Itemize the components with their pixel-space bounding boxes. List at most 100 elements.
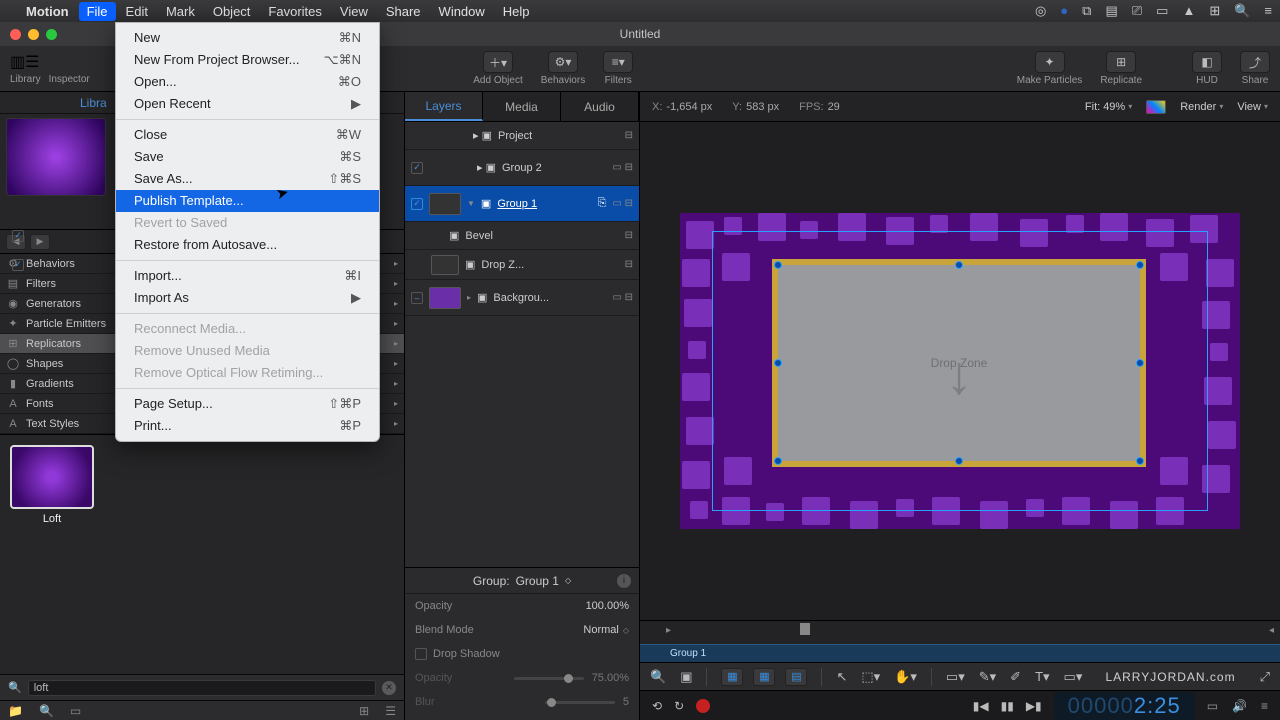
- blur-slider[interactable]: [545, 701, 615, 704]
- frame-icon[interactable]: ▣: [680, 669, 692, 685]
- text-tool[interactable]: T▾: [1035, 669, 1049, 685]
- list-view-icon[interactable]: ☰: [385, 704, 396, 718]
- new-folder-icon[interactable]: 📁: [8, 704, 23, 718]
- status-icon[interactable]: ●: [1060, 3, 1068, 19]
- tab-layers[interactable]: Layers: [405, 92, 483, 121]
- status-icon[interactable]: ◎: [1035, 3, 1046, 19]
- menu-print[interactable]: Print...⌘P: [116, 415, 379, 437]
- hud-button[interactable]: ◧: [1192, 51, 1222, 73]
- audio-icon[interactable]: 🔊: [1232, 699, 1247, 713]
- ruler-button[interactable]: ▤: [785, 668, 807, 686]
- layer-bevel[interactable]: ✓▣Bevel⊟: [405, 222, 639, 250]
- goto-start-icon[interactable]: ⟲: [652, 699, 662, 713]
- share-button[interactable]: ⤴: [1240, 51, 1270, 73]
- bookmark-icon[interactable]: ▭: [70, 704, 81, 718]
- crop-tool[interactable]: ⬚▾: [861, 669, 880, 685]
- status-icon[interactable]: ▲: [1182, 3, 1195, 19]
- menu-help[interactable]: Help: [503, 4, 530, 19]
- timeline-toggle-icon[interactable]: ≡: [1261, 699, 1268, 713]
- zoom-icon[interactable]: 🔍: [650, 669, 666, 685]
- loop-icon[interactable]: ↻: [674, 699, 684, 713]
- grid-view-icon[interactable]: ⊞: [359, 704, 369, 718]
- expand-icon[interactable]: ⤢: [1260, 669, 1270, 685]
- search-icon[interactable]: 🔍: [1234, 3, 1250, 19]
- menu-import-as[interactable]: Import As▶: [116, 287, 379, 309]
- ds-opacity-slider[interactable]: [514, 677, 584, 680]
- color-channels-button[interactable]: [1146, 100, 1166, 114]
- menu-import[interactable]: Import...⌘I: [116, 265, 379, 287]
- canvas[interactable]: Drop Zone ↓: [680, 213, 1240, 529]
- mask-tool[interactable]: ▭▾: [1064, 669, 1083, 685]
- menu-icon[interactable]: ≡: [1264, 3, 1272, 19]
- menu-publish-template[interactable]: Publish Template...: [116, 190, 379, 212]
- layer-group2[interactable]: ✓▸ ▣Group 2▭ ⊟: [405, 150, 639, 186]
- rect-tool[interactable]: ▭▾: [946, 669, 965, 685]
- dropbox-icon[interactable]: ⧉: [1082, 3, 1091, 19]
- menu-window[interactable]: Window: [439, 4, 485, 19]
- layer-project[interactable]: ▸ ▣Project⊟: [405, 122, 639, 150]
- timeline-clip[interactable]: Group 1: [640, 644, 1280, 662]
- add-object-button[interactable]: ＋▾: [483, 51, 513, 73]
- menu-object[interactable]: Object: [213, 4, 251, 19]
- grid-button[interactable]: ▦: [753, 668, 775, 686]
- layer-background[interactable]: –▸▣Backgrou...▭ ⊟: [405, 280, 639, 316]
- window-maximize-button[interactable]: [46, 29, 57, 40]
- status-icon[interactable]: ▤: [1105, 3, 1117, 19]
- record-button[interactable]: [696, 699, 710, 713]
- pen-tool[interactable]: ✎▾: [979, 669, 996, 685]
- hand-tool[interactable]: ✋▾: [894, 669, 917, 685]
- view-dropdown[interactable]: View: [1237, 101, 1268, 113]
- dropshadow-checkbox[interactable]: [415, 648, 427, 660]
- menu-file[interactable]: File: [79, 2, 116, 21]
- status-icon[interactable]: ⎚: [1132, 3, 1142, 19]
- drop-zone[interactable]: Drop Zone ↓: [772, 259, 1146, 467]
- window-close-button[interactable]: [10, 29, 21, 40]
- prev-button[interactable]: ▮◀: [973, 699, 989, 713]
- layer-group1[interactable]: ✓▼▣Group 1⎘▭ ⊟: [405, 186, 639, 222]
- arrow-tool[interactable]: ↖: [836, 669, 847, 685]
- filters-button[interactable]: ≡▾: [603, 51, 633, 73]
- timecode[interactable]: 000002:25: [1054, 692, 1195, 720]
- video-out-icon[interactable]: ▭: [1207, 699, 1218, 713]
- info-icon[interactable]: i: [617, 574, 631, 588]
- menu-close[interactable]: Close⌘W: [116, 124, 379, 146]
- inspector-button[interactable]: ☰: [25, 52, 39, 72]
- nav-forward-button[interactable]: ▶: [30, 234, 50, 250]
- mini-timeline[interactable]: ▸ ◂: [640, 620, 1280, 644]
- next-button[interactable]: ▶▮: [1026, 699, 1042, 713]
- window-minimize-button[interactable]: [28, 29, 39, 40]
- status-icon[interactable]: ▭: [1156, 3, 1168, 19]
- app-name[interactable]: Motion: [26, 4, 69, 19]
- menu-share[interactable]: Share: [386, 4, 421, 19]
- menu-restore-autosave[interactable]: Restore from Autosave...: [116, 234, 379, 256]
- library-search-input[interactable]: [28, 680, 376, 696]
- menu-view[interactable]: View: [340, 4, 368, 19]
- search-icon[interactable]: 🔍: [39, 704, 54, 718]
- pause-button[interactable]: ▮▮: [1001, 699, 1014, 713]
- make-particles-button[interactable]: ✦: [1035, 51, 1065, 73]
- library-tab[interactable]: Libra: [80, 96, 107, 110]
- menu-favorites[interactable]: Favorites: [268, 4, 321, 19]
- tab-audio[interactable]: Audio: [561, 92, 639, 121]
- tab-media[interactable]: Media: [483, 92, 561, 121]
- library-item-loft[interactable]: Loft: [10, 445, 94, 525]
- menu-open[interactable]: Open...⌘O: [116, 71, 379, 93]
- replicate-button[interactable]: ⊞: [1106, 51, 1136, 73]
- status-icon[interactable]: ⊞: [1209, 3, 1220, 19]
- layer-dropzone[interactable]: ✓▣Drop Z...⊟: [405, 250, 639, 280]
- menu-edit[interactable]: Edit: [126, 4, 148, 19]
- playhead[interactable]: [800, 623, 810, 635]
- menu-open-recent[interactable]: Open Recent▶: [116, 93, 379, 115]
- menu-new-browser[interactable]: New From Project Browser...⌥⌘N: [116, 49, 379, 71]
- menu-new[interactable]: New⌘N: [116, 27, 379, 49]
- menu-mark[interactable]: Mark: [166, 4, 195, 19]
- behaviors-button[interactable]: ⚙▾: [548, 51, 578, 73]
- library-button[interactable]: ▥: [10, 52, 25, 72]
- menu-save[interactable]: Save⌘S: [116, 146, 379, 168]
- clear-search-button[interactable]: ✕: [382, 681, 396, 695]
- menu-save-as[interactable]: Save As...⇧⌘S: [116, 168, 379, 190]
- safe-zones-button[interactable]: ▦: [721, 668, 743, 686]
- menu-page-setup[interactable]: Page Setup...⇧⌘P: [116, 393, 379, 415]
- render-dropdown[interactable]: Render: [1180, 101, 1223, 113]
- fit-dropdown[interactable]: Fit: 49%: [1085, 101, 1132, 113]
